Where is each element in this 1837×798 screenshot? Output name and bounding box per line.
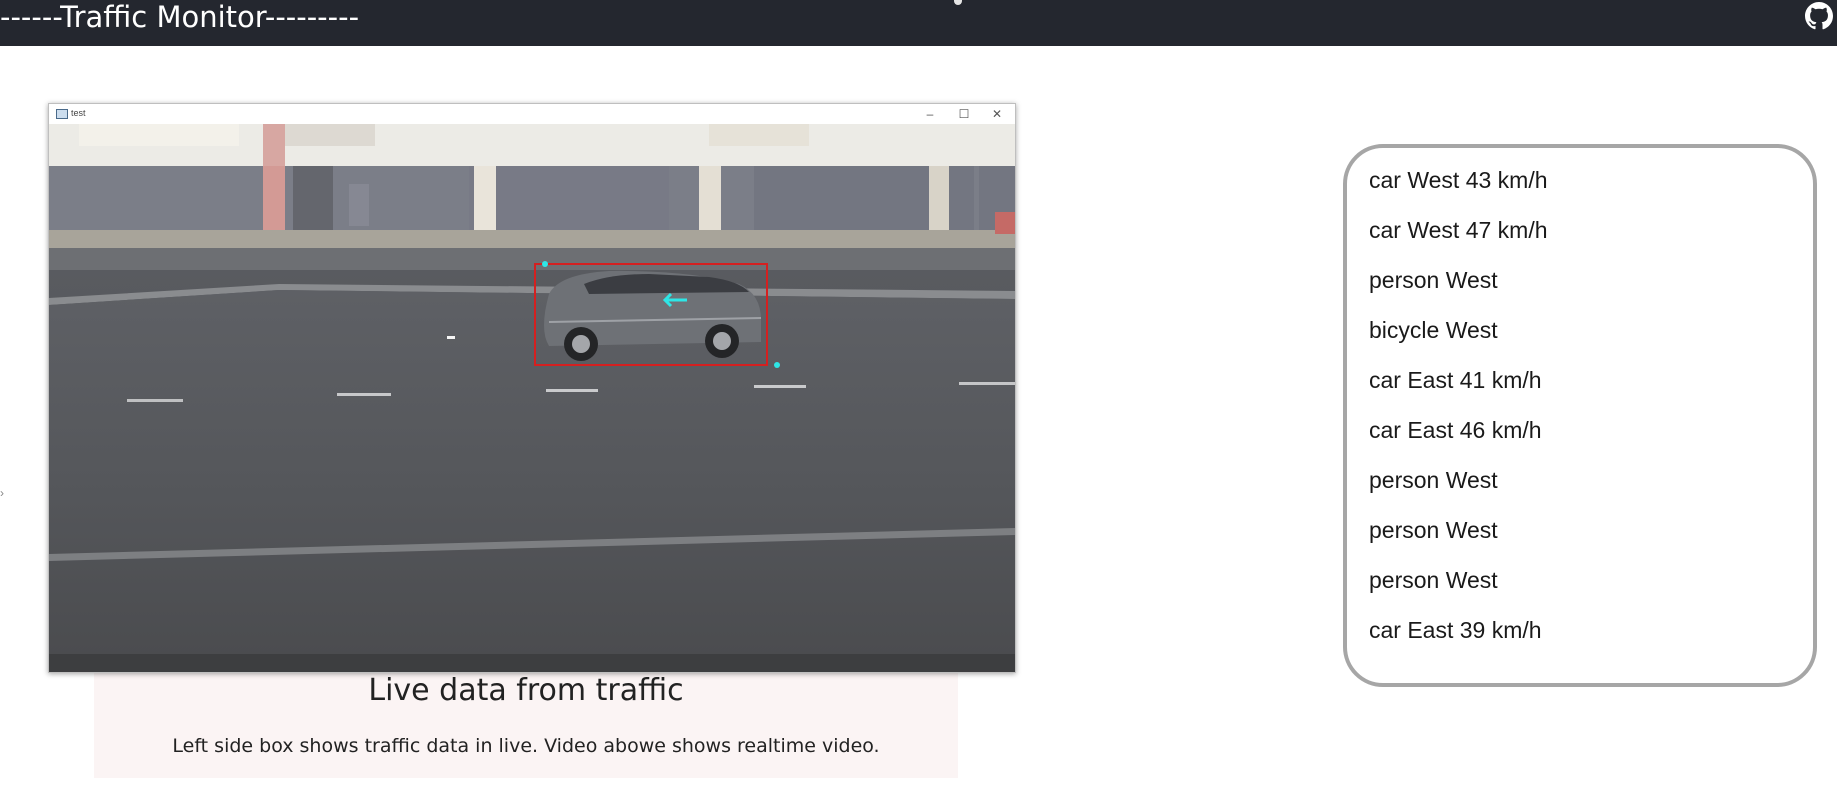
- detection-item: person West: [1369, 467, 1498, 493]
- caption-text: Left side box shows traffic data in live…: [172, 735, 880, 757]
- tracking-marker: [774, 362, 780, 368]
- detection-item: car West 47 km/h: [1369, 217, 1548, 243]
- brand-title[interactable]: ------Traffic Monitor---------: [0, 0, 359, 34]
- window-app-icon: [56, 109, 68, 119]
- detection-item: car West 43 km/h: [1369, 167, 1548, 193]
- live-video-frame: [49, 124, 1015, 672]
- loading-indicator: [954, 0, 962, 5]
- minimize-icon[interactable]: –: [915, 105, 945, 123]
- tracking-marker: [542, 261, 548, 267]
- caption-title: Live data from traffic: [368, 673, 684, 708]
- maximize-icon[interactable]: ☐: [949, 105, 979, 123]
- collapse-handle-icon[interactable]: ›: [0, 486, 4, 500]
- video-window: test – ☐ ✕: [48, 103, 1016, 673]
- detection-item: car East 41 km/h: [1369, 367, 1542, 393]
- detection-item: person West: [1369, 567, 1498, 593]
- traffic-data-list[interactable]: car West 43 km/h car West 47 km/h person…: [1343, 144, 1817, 687]
- close-icon[interactable]: ✕: [982, 105, 1012, 123]
- github-icon[interactable]: [1805, 2, 1833, 30]
- detection-item: bicycle West: [1369, 317, 1498, 343]
- video-window-titlebar: test – ☐ ✕: [49, 104, 1015, 124]
- detection-item: car East 39 km/h: [1369, 617, 1542, 643]
- navbar: ------Traffic Monitor---------: [0, 0, 1837, 46]
- detection-item: person West: [1369, 267, 1498, 293]
- detection-item: person West: [1369, 517, 1498, 543]
- detection-item: car East 46 km/h: [1369, 417, 1542, 443]
- video-window-title: test: [71, 108, 86, 118]
